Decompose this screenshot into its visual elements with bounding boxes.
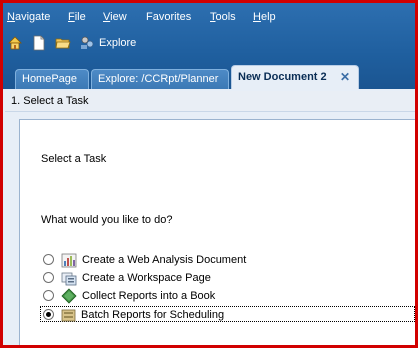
task-panel: Select a Task What would you like to do?… bbox=[19, 119, 415, 345]
menu-view[interactable]: View bbox=[103, 11, 127, 23]
menu-help-accel: H bbox=[253, 11, 261, 23]
option-batch-scheduling[interactable]: Batch Reports for Scheduling bbox=[40, 306, 415, 322]
panel-title: Select a Task bbox=[41, 153, 107, 165]
option-label-web-analysis: Create a Web Analysis Document bbox=[82, 254, 247, 266]
main-content: 1. Select a Task Select a Task What woul… bbox=[3, 89, 415, 345]
close-icon[interactable]: ✕ bbox=[340, 66, 350, 88]
report-book-icon bbox=[61, 288, 77, 304]
tab-explore-planner[interactable]: Explore: /CCRpt/Planner bbox=[91, 69, 229, 89]
option-web-analysis[interactable]: Create a Web Analysis Document bbox=[43, 252, 415, 268]
tab-bar: HomePage Explore: /CCRpt/Planner New Doc… bbox=[3, 65, 415, 89]
tab-homepage[interactable]: HomePage bbox=[15, 69, 89, 89]
radio-batch-scheduling[interactable] bbox=[43, 309, 54, 320]
batch-report-icon bbox=[61, 307, 77, 323]
option-workspace-page[interactable]: Create a Workspace Page bbox=[43, 270, 415, 286]
radio-workspace-page[interactable] bbox=[43, 272, 54, 283]
open-folder-icon[interactable] bbox=[55, 35, 71, 51]
window-frame: Navigate File View Favorites Tools Help … bbox=[0, 0, 418, 348]
home-icon[interactable] bbox=[7, 35, 23, 51]
menu-file-rest: ile bbox=[74, 11, 86, 23]
app: Navigate File View Favorites Tools Help … bbox=[3, 3, 415, 345]
workspace-page-icon bbox=[61, 270, 77, 286]
option-label-workspace-page: Create a Workspace Page bbox=[82, 272, 211, 284]
step-header: 1. Select a Task bbox=[5, 91, 415, 112]
option-label-report-book: Collect Reports into a Book bbox=[82, 290, 216, 302]
step-label: 1. Select a Task bbox=[11, 95, 89, 107]
explore-button[interactable]: Explore bbox=[99, 37, 136, 49]
menu-favorites[interactable]: Favorites bbox=[146, 11, 191, 23]
menu-navigate-accel: N bbox=[7, 11, 15, 23]
header: Navigate File View Favorites Tools Help … bbox=[3, 3, 415, 89]
menu-file-accel: F bbox=[68, 11, 75, 23]
menu-tools-rest: ools bbox=[215, 11, 236, 23]
menu-help[interactable]: Help bbox=[253, 11, 276, 23]
menu-help-rest: elp bbox=[260, 11, 276, 23]
task-question: What would you like to do? bbox=[41, 214, 173, 226]
tab-new-document[interactable]: New Document 2 ✕ bbox=[231, 65, 359, 89]
menu-file[interactable]: File bbox=[68, 11, 86, 23]
option-report-book[interactable]: Collect Reports into a Book bbox=[43, 288, 415, 304]
menu-tools[interactable]: Tools bbox=[210, 11, 236, 23]
tab-new-document-label: New Document 2 bbox=[238, 71, 327, 83]
radio-web-analysis[interactable] bbox=[43, 254, 54, 265]
option-label-batch-scheduling: Batch Reports for Scheduling bbox=[81, 309, 225, 321]
explore-icon[interactable] bbox=[79, 35, 95, 51]
menu-navigate-rest: avigate bbox=[14, 11, 51, 23]
radio-report-book[interactable] bbox=[43, 290, 54, 301]
menu-view-rest: iew bbox=[110, 11, 127, 23]
new-document-icon[interactable] bbox=[31, 35, 47, 51]
menu-navigate[interactable]: Navigate bbox=[7, 11, 50, 23]
web-analysis-icon bbox=[61, 252, 77, 268]
